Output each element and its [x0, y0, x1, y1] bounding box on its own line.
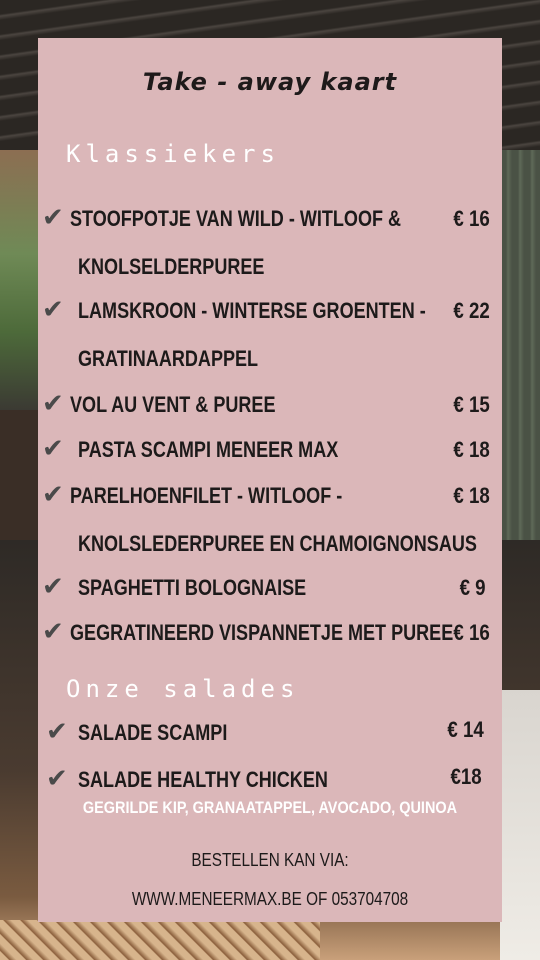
item-price: € 18	[453, 437, 490, 462]
check-mark-icon: ✔	[42, 295, 64, 325]
check-mark-icon: ✔	[42, 203, 64, 233]
item-name: PASTA SCAMPI MENEER MAX	[78, 437, 339, 462]
item-name-line2: KNOLSLEDERPUREE EN CHAMOIGNONSAUS	[78, 531, 477, 556]
table-right	[500, 690, 540, 960]
item-name: GEGRATINEERD VISPANNETJE MET PUREE	[70, 620, 454, 645]
item-name: SPAGHETTI BOLOGNAISE	[78, 575, 307, 600]
item-name-line2: GRATINAARDAPPEL	[78, 346, 259, 371]
check-mark-icon: ✔	[42, 389, 64, 419]
window-right	[500, 150, 540, 570]
order-contact-link[interactable]: WWW.MENEERMAX.BE OF 053704708	[73, 889, 467, 910]
check-mark-icon: ✔	[42, 480, 64, 510]
rug	[0, 920, 320, 960]
item-price: € 22	[453, 298, 490, 323]
check-mark-icon: ✔	[42, 572, 64, 602]
item-name: VOL AU VENT & PUREE	[70, 392, 276, 417]
item-name: SALADE SCAMPI	[78, 720, 228, 745]
check-mark-icon: ✔	[42, 434, 64, 464]
section-heading-klassiekers: Klassiekers	[66, 140, 280, 168]
order-info-label: BESTELLEN KAN VIA:	[191, 850, 349, 870]
item-name: SALADE HEALTHY CHICKEN	[78, 767, 328, 792]
salad-description: GEGRILDE KIP, GRANAATAPPEL, AVOCADO, QUI…	[82, 798, 458, 817]
item-name: LAMSKROON - WINTERSE GROENTEN -	[78, 298, 426, 323]
check-mark-icon: ✔	[46, 764, 68, 794]
menu-card: Take - away kaart Klassiekers ✔ STOOFPOT…	[38, 38, 502, 922]
item-price: € 18	[453, 483, 490, 508]
check-mark-icon: ✔	[46, 717, 68, 747]
window-left	[0, 150, 40, 410]
item-price: € 16	[453, 206, 490, 231]
item-price: € 16	[453, 620, 490, 645]
item-price: € 14	[447, 717, 484, 742]
item-name: STOOFPOTJE VAN WILD - WITLOOF &	[70, 206, 402, 231]
item-price: € 9	[459, 575, 486, 600]
menu-title: Take - away kaart	[142, 68, 398, 96]
item-price: €18	[450, 764, 482, 789]
item-price: € 15	[453, 392, 490, 417]
item-name-line2: KNOLSELDERPUREE	[78, 254, 265, 279]
check-mark-icon: ✔	[42, 617, 64, 647]
section-heading-salades: Onze salades	[66, 675, 300, 703]
item-name: PARELHOENFILET - WITLOOF -	[70, 483, 343, 508]
